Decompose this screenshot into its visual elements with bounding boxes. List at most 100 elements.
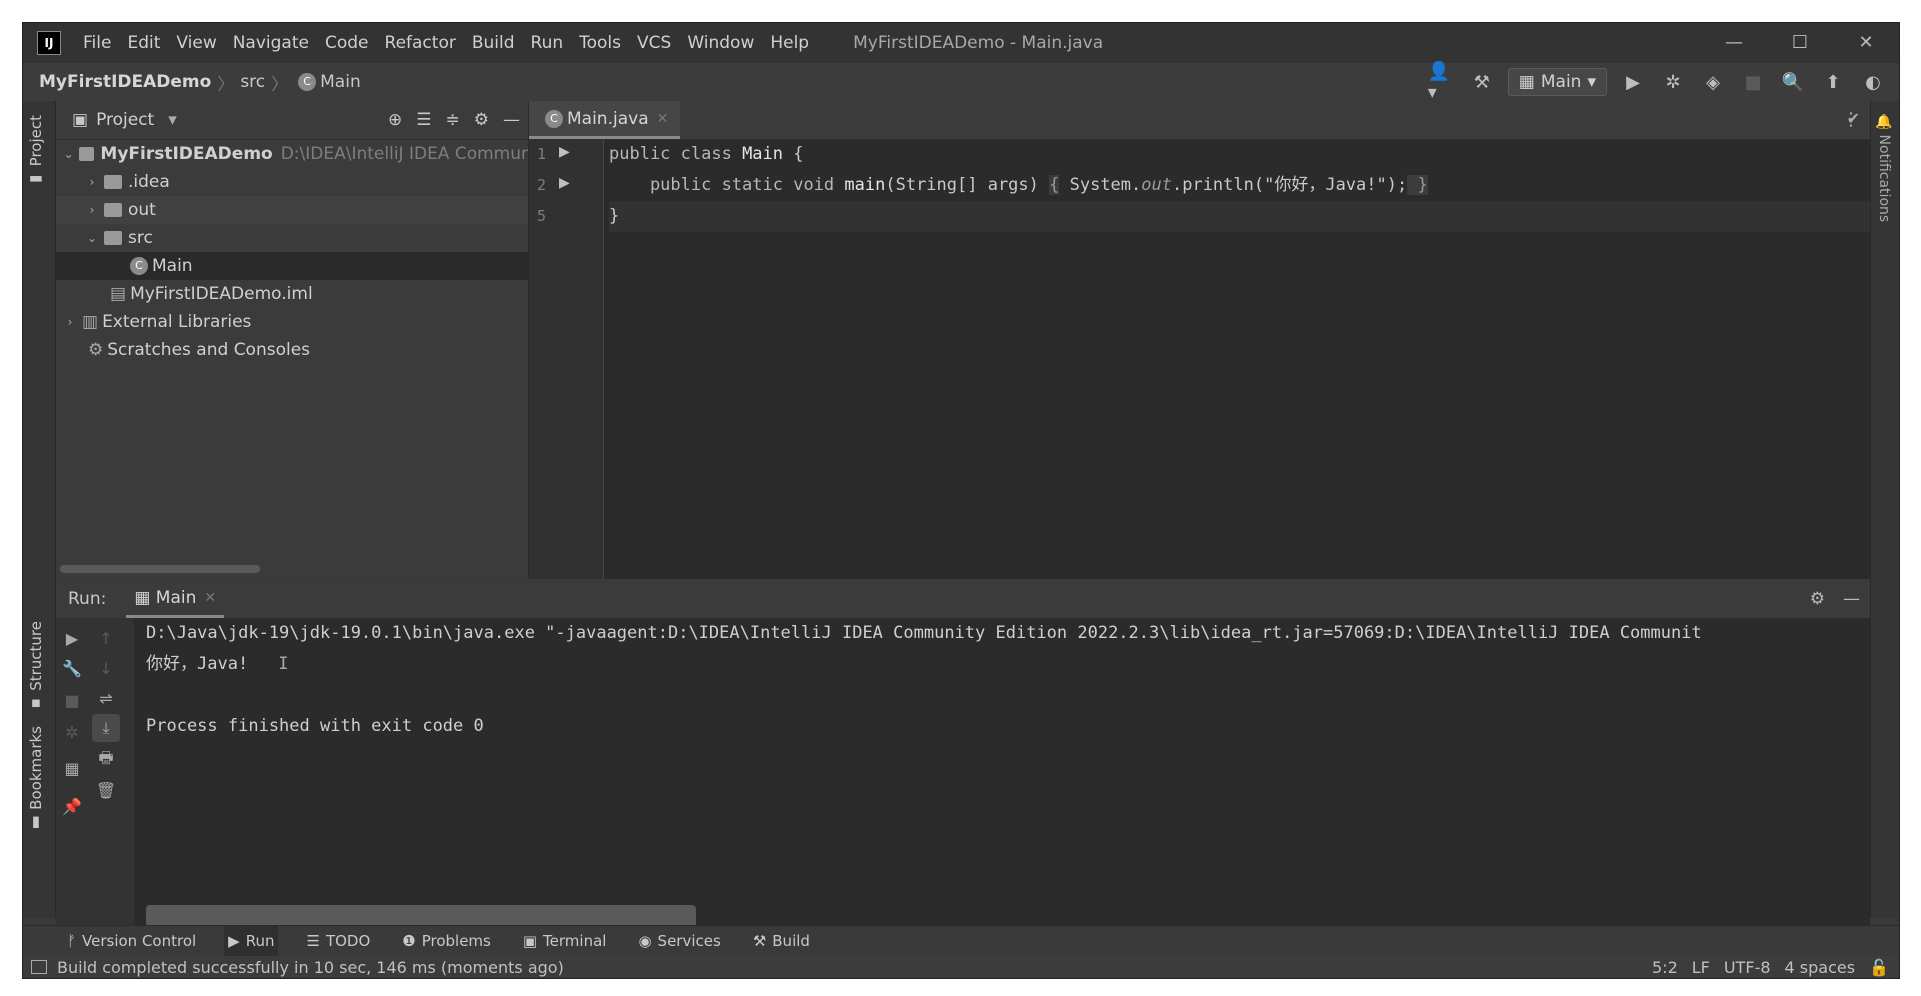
left-tool-strip: ▬ Project ▪ Structure ▮ Bookmarks — [23, 101, 56, 918]
console-output[interactable]: D:\Java\jdk-19\jdk-19.0.1\bin\java.exe "… — [146, 618, 1870, 940]
tab-version-control[interactable]: ᚠ Version Control — [63, 926, 200, 956]
down-arrow-icon[interactable]: ↓ — [92, 654, 120, 682]
tab-run[interactable]: ▶ Run — [224, 926, 279, 956]
project-view-select[interactable]: Project — [96, 110, 154, 130]
folder-icon — [104, 175, 122, 189]
print-icon[interactable]: 🖶 — [92, 746, 120, 774]
tree-node-libraries[interactable]: › ▥ External Libraries — [56, 308, 528, 336]
breadcrumb-main[interactable]: Main — [320, 72, 361, 92]
status-toggle-icon[interactable] — [31, 960, 47, 974]
menu-run[interactable]: Run — [531, 33, 564, 53]
menu-build[interactable]: Build — [472, 33, 515, 53]
menu-help[interactable]: Help — [770, 33, 809, 53]
rerun-icon[interactable]: ▶ — [58, 624, 86, 652]
run-config-select[interactable]: ▦ Main ▾ — [1507, 68, 1607, 96]
stop-icon[interactable]: ■ — [1739, 68, 1767, 96]
tab-main-java[interactable]: C Main.java ✕ — [529, 101, 681, 139]
tree-node-main[interactable]: C Main — [56, 252, 528, 280]
unlock-icon[interactable]: 🔓 — [1869, 958, 1889, 977]
status-message[interactable]: Build completed successfully in 10 sec, … — [57, 958, 564, 977]
maximize-icon[interactable]: ☐ — [1767, 23, 1833, 63]
tab-todo[interactable]: ☰ TODO — [302, 926, 374, 956]
update-icon[interactable]: ⬆ — [1819, 68, 1847, 96]
line-separator[interactable]: LF — [1692, 958, 1710, 977]
caret-position[interactable]: 5:2 — [1652, 958, 1678, 977]
breadcrumb-project[interactable]: MyFirstIDEADemo — [39, 72, 211, 92]
run-gutter-icon[interactable]: ▶ — [559, 175, 570, 191]
code-area[interactable]: public class Main { public static void m… — [609, 139, 1870, 232]
file-encoding[interactable]: UTF-8 — [1724, 958, 1771, 977]
gear-icon[interactable]: ⚙ — [474, 110, 489, 130]
bottom-tool-tabs: ᚠ Version Control ▶ Run ☰ TODO ❶ Problems ▣ T… — [23, 925, 1899, 956]
code-args: (String[] args) — [885, 175, 1050, 195]
hide-icon[interactable]: — — [1843, 589, 1860, 609]
menu-window[interactable]: Window — [687, 33, 754, 53]
menu-edit[interactable]: Edit — [127, 33, 160, 53]
close-icon[interactable]: ✕ — [1833, 23, 1899, 63]
run-icon[interactable]: ▶ — [1619, 68, 1647, 96]
tree-node-scratches[interactable]: ⚙ Scratches and Consoles — [56, 336, 528, 364]
chevron-down-icon[interactable]: ⌄ — [84, 231, 100, 245]
coverage-icon[interactable]: ◈ — [1699, 68, 1727, 96]
indent-setting[interactable]: 4 spaces — [1785, 958, 1856, 977]
code-fold-close[interactable]: } — [1407, 175, 1428, 195]
up-arrow-icon[interactable]: ↑ — [92, 624, 120, 652]
notifications-tool-tab[interactable]: 🔔 Notifications — [1876, 113, 1892, 222]
tree-node-root[interactable]: ⌄ MyFirstIDEADemo D:\IDEA\IntelliJ IDEA … — [56, 140, 528, 168]
run-gutter-icon[interactable]: ▶ — [559, 144, 570, 160]
menu-file[interactable]: File — [83, 33, 111, 53]
menu-tools[interactable]: Tools — [579, 33, 621, 53]
project-tool-tab[interactable]: ▬ Project — [27, 115, 45, 189]
soft-wrap-icon[interactable]: ⇌ — [92, 684, 120, 712]
bookmarks-tool-tab[interactable]: ▮ Bookmarks — [27, 726, 45, 833]
expand-all-icon[interactable]: ☰ — [416, 110, 431, 130]
run-tab-main[interactable]: ▦ Main ✕ — [126, 580, 225, 618]
wrench-icon[interactable]: 🔧 — [58, 654, 86, 682]
menu-view[interactable]: View — [176, 33, 216, 53]
tab-services[interactable]: ◉ Services — [634, 926, 724, 956]
class-icon: C — [545, 109, 563, 128]
scroll-to-end-icon[interactable]: ⤓ — [92, 714, 120, 742]
tree-node-iml[interactable]: ▤ MyFirstIDEADemo.iml — [56, 280, 528, 308]
hammer-icon[interactable]: ⚒ — [1468, 68, 1496, 96]
close-tab-icon[interactable]: ✕ — [657, 111, 669, 127]
breadcrumb-src[interactable]: src — [240, 72, 265, 92]
layout-icon[interactable]: ▦ — [58, 754, 86, 782]
menu-vcs[interactable]: VCS — [637, 33, 671, 53]
debug-icon[interactable]: ✲ — [1659, 68, 1687, 96]
trash-icon[interactable]: 🗑 — [92, 776, 120, 804]
editor-gutter: 1 ▶ 2 ▶ 5 — [529, 139, 604, 579]
menu-refactor[interactable]: Refactor — [385, 33, 456, 53]
locate-icon[interactable]: ⊕ — [388, 110, 402, 130]
tab-terminal[interactable]: ▣ Terminal — [519, 926, 611, 956]
chevron-right-icon[interactable]: › — [62, 315, 78, 329]
tree-node-label: MyFirstIDEADemo — [100, 144, 273, 164]
menu-navigate[interactable]: Navigate — [233, 33, 309, 53]
line-number: 2 — [537, 176, 547, 194]
tree-node-out[interactable]: › out — [56, 196, 528, 224]
structure-tool-tab[interactable]: ▪ Structure — [27, 621, 45, 714]
pin-icon[interactable]: 📌 — [58, 792, 86, 820]
tab-problems[interactable]: ❶ Problems — [398, 926, 495, 956]
horizontal-scrollbar[interactable] — [60, 565, 260, 573]
code-fold-open[interactable]: { — [1049, 175, 1060, 195]
user-icon[interactable]: 👤▾ — [1428, 61, 1456, 103]
bug-icon[interactable]: ✲ — [58, 718, 86, 746]
minimize-icon[interactable]: — — [1701, 23, 1767, 63]
tree-node-idea[interactable]: › .idea — [56, 168, 528, 196]
search-icon[interactable]: 🔍 — [1779, 68, 1807, 96]
chevron-down-icon[interactable]: ⌄ — [62, 147, 75, 161]
tree-node-src[interactable]: ⌄ src — [56, 224, 528, 252]
tab-build[interactable]: ⚒ Build — [749, 926, 814, 956]
chevron-right-icon[interactable]: › — [84, 203, 100, 217]
inspection-ok-icon[interactable]: ✔ — [1847, 109, 1860, 128]
gear-icon[interactable]: ⚙ — [1810, 589, 1825, 609]
hide-icon[interactable]: — — [503, 110, 520, 130]
ide-features-icon[interactable]: ◐ — [1859, 68, 1887, 96]
stop-icon[interactable]: ■ — [58, 686, 86, 714]
close-tab-icon[interactable]: ✕ — [204, 590, 216, 606]
chevron-right-icon[interactable]: › — [84, 175, 100, 189]
collapse-all-icon[interactable]: ≑ — [446, 110, 460, 130]
chevron-down-icon[interactable]: ▾ — [168, 110, 177, 130]
menu-code[interactable]: Code — [325, 33, 369, 53]
